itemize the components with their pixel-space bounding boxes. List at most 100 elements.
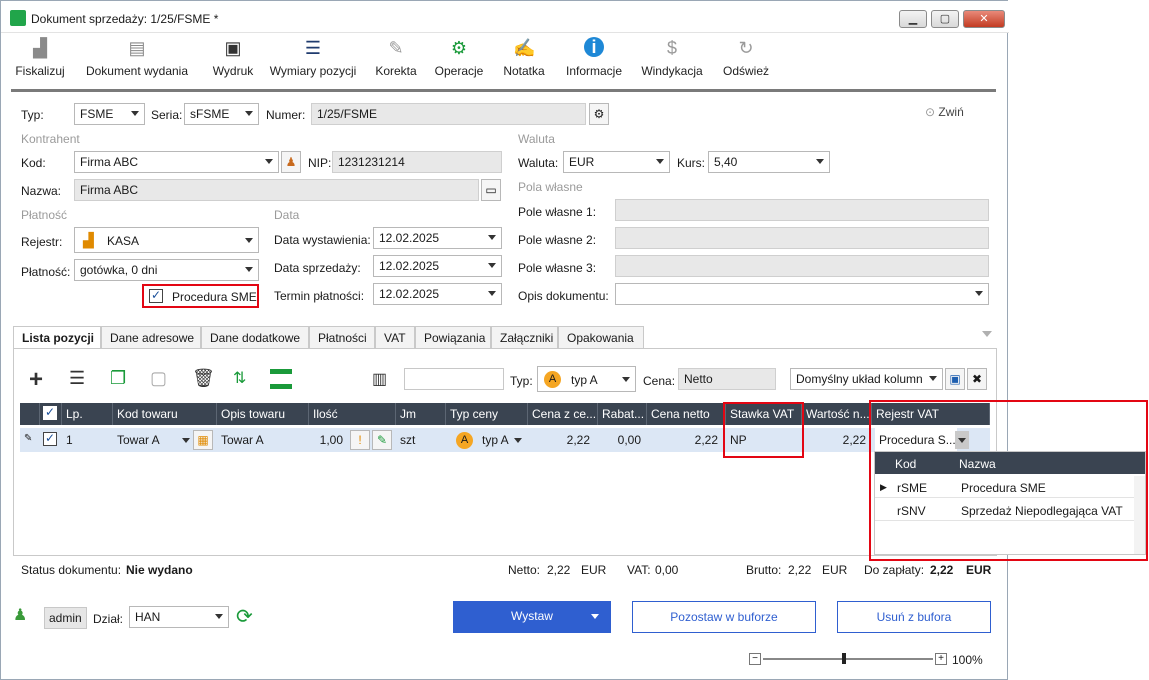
tab-vat[interactable]: VAT — [375, 326, 415, 348]
delete-icon[interactable]: 🗑 — [192, 368, 215, 389]
tab-dane-adresowe[interactable]: Dane adresowe — [101, 326, 201, 348]
barcode-search-input[interactable] — [404, 368, 504, 390]
collapse-button[interactable]: ⊙ Zwiń — [925, 105, 964, 119]
numer-settings-button[interactable]: ⚙ — [589, 103, 609, 125]
tab-zalaczniki[interactable]: Załączniki — [491, 326, 558, 348]
col-rabat[interactable]: Rabat... — [598, 403, 647, 425]
cell-rabat[interactable]: 0,00 — [598, 428, 645, 452]
tabs-overflow-icon[interactable] — [982, 331, 992, 337]
address-card-button[interactable]: ▭ — [481, 179, 501, 201]
pozostaw-w-buforze-button[interactable]: Pozostaw w buforze — [632, 601, 816, 633]
usun-z-bufora-button[interactable]: Usuń z bufora — [837, 601, 991, 633]
fiskalizuj-button[interactable]: ▟ Fiskalizuj — [11, 34, 69, 90]
table-row[interactable]: ✎ ✓ 1 Towar A ▦ Towar A 1,00 ! ✎ szt A t… — [20, 428, 990, 452]
typ-label: Typ: — [21, 108, 44, 122]
chevron-down-icon[interactable] — [182, 438, 190, 443]
tab-opakowania[interactable]: Opakowania — [558, 326, 644, 348]
tab-powiazania[interactable]: Powiązania — [415, 326, 491, 348]
tab-dane-dodatkowe[interactable]: Dane dodatkowe — [201, 326, 309, 348]
data-sprzedazy-picker[interactable]: 12.02.2025 — [373, 255, 502, 277]
seria-select[interactable]: sFSME — [184, 103, 259, 125]
tab-platnosci[interactable]: Płatności — [309, 326, 375, 348]
product-lookup-button[interactable]: ▦ — [193, 430, 213, 450]
col-cena-z-cennika[interactable]: Cena z ce... — [528, 403, 598, 425]
zoom-out-button[interactable]: − — [749, 653, 761, 665]
waluta-select[interactable]: EUR — [563, 151, 670, 173]
add-icon[interactable]: + — [29, 366, 43, 394]
col-opis-towaru[interactable]: Opis towaru — [217, 403, 309, 425]
wystaw-button[interactable]: Wystaw — [453, 601, 611, 633]
copy-icon[interactable]: ❐ — [110, 368, 126, 389]
layout-select[interactable]: Domyślny układ kolumn — [790, 368, 943, 390]
select-all-checkbox[interactable]: ✓ — [43, 406, 57, 420]
paste-icon[interactable]: ▢ — [150, 368, 167, 389]
zoom-slider-thumb[interactable] — [841, 653, 846, 664]
save-layout-button[interactable]: ▣ — [945, 368, 965, 390]
kurs-select[interactable]: 5,40 — [708, 151, 830, 173]
nip-field[interactable]: 1231231214 — [332, 151, 502, 173]
opis-select[interactable] — [615, 283, 989, 305]
brutto-value: 2,22 — [788, 563, 812, 577]
wydruk-button[interactable]: ▣ Wydruk — [203, 34, 263, 90]
kod-label: Kod: — [21, 156, 46, 170]
numer-field[interactable]: 1/25/FSME — [311, 103, 586, 125]
columns-icon[interactable] — [270, 369, 292, 389]
cena-field[interactable]: Netto — [678, 368, 776, 390]
cell-cena-netto[interactable]: 2,22 — [647, 428, 722, 452]
sync-icon[interactable]: ⟳ — [236, 604, 253, 629]
cell-ilosc[interactable]: 1,00 — [309, 428, 347, 452]
quantity-warning-button[interactable]: ! — [350, 430, 370, 450]
korekta-button[interactable]: ✎ Korekta — [369, 34, 423, 90]
contractor-button[interactable]: ♟ — [281, 151, 301, 173]
termin-platnosci-picker[interactable]: 12.02.2025 — [373, 283, 502, 305]
windykacja-button[interactable]: $ Windykacja — [637, 34, 707, 90]
dzial-select[interactable]: HAN — [129, 606, 229, 628]
zoom-slider-track[interactable] — [763, 658, 933, 660]
col-ilosc[interactable]: Ilość — [309, 403, 396, 425]
zoom-in-button[interactable]: + — [935, 653, 947, 665]
typ-select[interactable]: FSME — [74, 103, 145, 125]
rejestr-select[interactable]: ▟ KASA — [74, 227, 259, 253]
pole3-field[interactable] — [615, 255, 989, 277]
kurs-label: Kurs: — [677, 156, 706, 170]
col-wartosc-netto[interactable]: Wartość n... — [802, 403, 872, 425]
quantity-edit-button[interactable]: ✎ — [372, 430, 392, 450]
add-list-icon[interactable]: ☰ — [69, 368, 85, 389]
minimize-button[interactable]: ▁ — [899, 10, 927, 28]
pole1-field[interactable] — [615, 199, 989, 221]
col-lp[interactable]: Lp. — [62, 403, 113, 425]
sort-icon[interactable]: ⇅ — [233, 368, 246, 388]
chevron-down-icon — [488, 291, 496, 296]
select-all-header: ✓ — [40, 403, 62, 425]
nazwa-label: Nazwa: — [21, 184, 62, 198]
col-cena-netto[interactable]: Cena netto — [647, 403, 726, 425]
data-wystawienia-picker[interactable]: 12.02.2025 — [373, 227, 502, 249]
close-button[interactable]: ✕ — [963, 10, 1005, 28]
nazwa-field[interactable]: Firma ABC — [74, 179, 479, 201]
col-kod-towaru[interactable]: Kod towaru — [113, 403, 217, 425]
chevron-up-circle-icon: ⊙ — [925, 105, 936, 119]
kod-select[interactable]: Firma ABC — [74, 151, 279, 173]
grid-typ-select[interactable]: A typ A — [537, 366, 636, 392]
tab-lista-pozycji[interactable]: Lista pozycji — [13, 326, 101, 349]
chevron-down-icon[interactable] — [591, 614, 599, 619]
dokument-wydania-button[interactable]: ▤ Dokument wydania — [81, 34, 193, 90]
maximize-button[interactable]: ▢ — [931, 10, 959, 28]
informacje-button[interactable]: i Informacje — [559, 34, 629, 90]
pole2-field[interactable] — [615, 227, 989, 249]
refresh-icon: ↻ — [738, 38, 754, 58]
cell-kod-towaru[interactable]: Towar A — [113, 428, 191, 452]
row-checkbox[interactable]: ✓ — [43, 432, 57, 446]
chevron-down-icon[interactable] — [514, 438, 522, 443]
wymiary-pozycji-button[interactable]: ☰ Wymiary pozycji — [266, 34, 360, 90]
cell-typ-ceny[interactable]: typ A — [478, 428, 510, 452]
col-jm[interactable]: Jm — [396, 403, 446, 425]
odswiez-button[interactable]: ↻ Odśwież — [717, 34, 775, 90]
notatka-button[interactable]: ✍ Notatka — [497, 34, 551, 90]
col-typ-ceny[interactable]: Typ ceny — [446, 403, 528, 425]
platnosc-select[interactable]: gotówka, 0 dni — [74, 259, 259, 281]
barcode-icon[interactable]: ▥ — [372, 369, 387, 389]
chevron-down-icon — [816, 159, 824, 164]
delete-layout-button[interactable]: ✖ — [967, 368, 987, 390]
operacje-button[interactable]: ⚙ Operacje — [431, 34, 487, 90]
